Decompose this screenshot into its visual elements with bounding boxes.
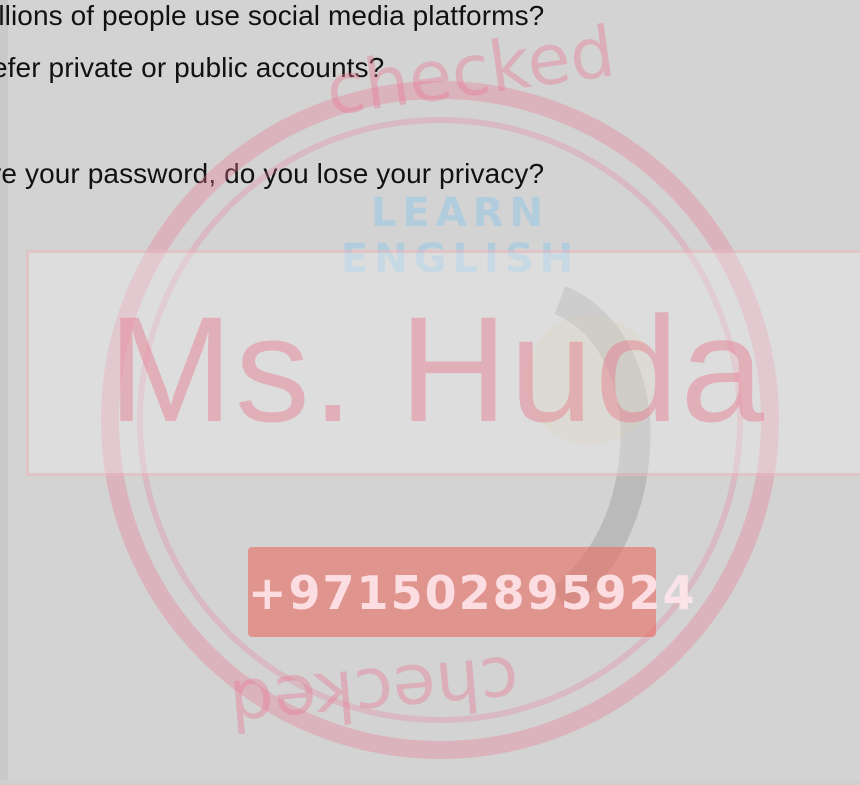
watermark-name: Ms. Huda (108, 285, 766, 453)
question-1: illions of people use social media platf… (0, 0, 545, 31)
watermark-phone-badge (248, 547, 656, 637)
watermark-tagline: LEARN ENGLISH (340, 190, 580, 282)
question-2: efer private or public accounts? (0, 52, 385, 83)
watermark-name-band (26, 250, 860, 476)
stamp-seal: checked checked (101, 10, 779, 759)
watermark: checked checked LEARN ENGLISH Ms. Huda +… (0, 0, 860, 780)
question-3: re your password, do you lose your priva… (0, 158, 545, 189)
document-page: illions of people use social media platf… (0, 0, 860, 780)
stamp-bottom-text: checked (226, 639, 522, 746)
watermark-phone: +971502895924 (248, 566, 697, 620)
page-edge (0, 0, 8, 780)
